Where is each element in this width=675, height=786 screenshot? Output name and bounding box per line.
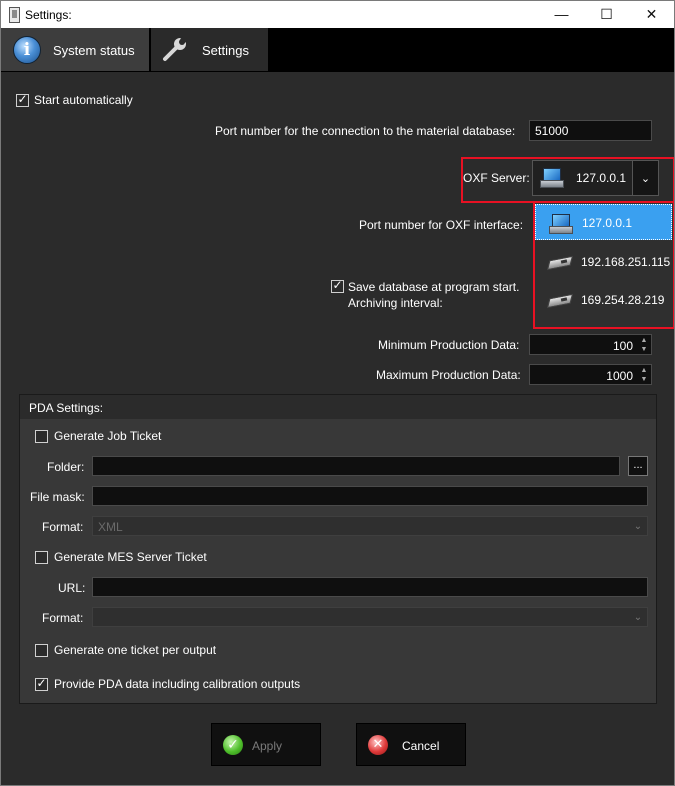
- chevron-down-icon: ⌄: [640, 173, 651, 185]
- pda-settings-header: PDA Settings:: [20, 395, 656, 419]
- spin-down-icon[interactable]: ▼: [639, 345, 649, 354]
- tab-settings[interactable]: Settings: [151, 28, 268, 71]
- material-db-port-label: Port number for the connection to the ma…: [215, 124, 516, 138]
- generate-mes-ticket-checkbox[interactable]: [35, 551, 48, 564]
- start-automatically-label: Start automatically: [34, 93, 133, 107]
- monitor-icon: [540, 167, 564, 188]
- window-title: Settings:: [25, 8, 72, 22]
- format-select[interactable]: ⌄: [92, 607, 648, 627]
- format-label: Format:: [42, 520, 84, 534]
- cancel-icon: ✕: [368, 735, 388, 755]
- archiving-interval-label: Archiving interval:: [348, 296, 443, 310]
- tab-settings-label: Settings: [202, 43, 249, 58]
- minimize-button[interactable]: —: [539, 1, 584, 28]
- calibration-outputs-label: Provide PDA data including calibration o…: [54, 677, 301, 691]
- pda-settings-title: PDA Settings:: [29, 401, 104, 415]
- tab-bar: i System status Settings: [1, 28, 674, 72]
- chevron-down-icon: ⌄: [633, 612, 643, 623]
- spin-up-icon[interactable]: ▲: [639, 366, 649, 375]
- folder-label: Folder:: [47, 460, 85, 474]
- settings-content: Start automatically Port number for the …: [1, 72, 674, 785]
- wrench-icon: [163, 35, 188, 61]
- save-database-checkbox[interactable]: [331, 280, 344, 293]
- start-automatically-checkbox[interactable]: [16, 94, 29, 107]
- one-ticket-per-output-checkbox[interactable]: [35, 644, 48, 657]
- min-production-label: Minimum Production Data:: [378, 338, 520, 352]
- generate-job-ticket-checkbox[interactable]: [35, 430, 48, 443]
- file-mask-label: File mask:: [30, 490, 85, 504]
- browse-folder-button[interactable]: ...: [628, 456, 648, 476]
- apply-button[interactable]: ✓ Apply: [211, 723, 321, 766]
- file-mask-input[interactable]: [92, 486, 648, 506]
- tab-system-status[interactable]: i System status: [1, 28, 149, 71]
- max-production-label: Maximum Production Data:: [376, 368, 521, 382]
- format-label: Format:: [42, 611, 84, 625]
- oxf-server-select[interactable]: 127.0.0.1: [532, 160, 633, 196]
- max-production-input[interactable]: 1000 ▲ ▼: [529, 364, 652, 385]
- save-database-label: Save database at program start.: [348, 280, 520, 294]
- maximize-button[interactable]: ☐: [584, 1, 629, 28]
- title-bar: Settings: — ☐ ✕: [1, 1, 674, 28]
- folder-input[interactable]: [92, 456, 620, 476]
- spin-down-icon[interactable]: ▼: [639, 375, 649, 384]
- close-button[interactable]: ✕: [629, 1, 674, 28]
- settings-window: Settings: — ☐ ✕ i System status Settings…: [0, 0, 675, 786]
- info-icon: i: [13, 36, 41, 64]
- generate-job-ticket-label: Generate Job Ticket: [54, 429, 162, 443]
- generate-mes-ticket-label: Generate MES Server Ticket: [54, 550, 207, 564]
- url-input[interactable]: [92, 577, 648, 597]
- oxf-server-selected: 127.0.0.1: [576, 171, 627, 185]
- oxf-port-label: Port number for OXF interface:: [359, 218, 524, 232]
- oxf-server-dropdown-button[interactable]: ⌄: [632, 160, 659, 196]
- pda-settings-group: PDA Settings: Generate Job Ticket Folder…: [19, 394, 657, 704]
- chevron-down-icon: ⌄: [633, 521, 643, 532]
- format-select[interactable]: XML ⌄: [92, 516, 648, 536]
- material-db-port-input[interactable]: 51000: [529, 120, 652, 141]
- url-label: URL:: [58, 581, 86, 595]
- calibration-outputs-checkbox[interactable]: [35, 678, 48, 691]
- cancel-button[interactable]: ✕ Cancel: [356, 723, 466, 766]
- dropdown-highlight: [533, 201, 674, 329]
- tab-system-status-label: System status: [53, 43, 135, 58]
- one-ticket-per-output-label: Generate one ticket per output: [54, 643, 217, 657]
- min-production-input[interactable]: 100 ▲ ▼: [529, 334, 652, 355]
- pda-settings-body: Generate Job Ticket Folder: ... File mas…: [20, 419, 656, 703]
- app-icon: [9, 7, 20, 23]
- spin-up-icon[interactable]: ▲: [639, 336, 649, 345]
- checkmark-icon: ✓: [223, 735, 243, 755]
- oxf-server-label: OXF Server:: [463, 171, 530, 185]
